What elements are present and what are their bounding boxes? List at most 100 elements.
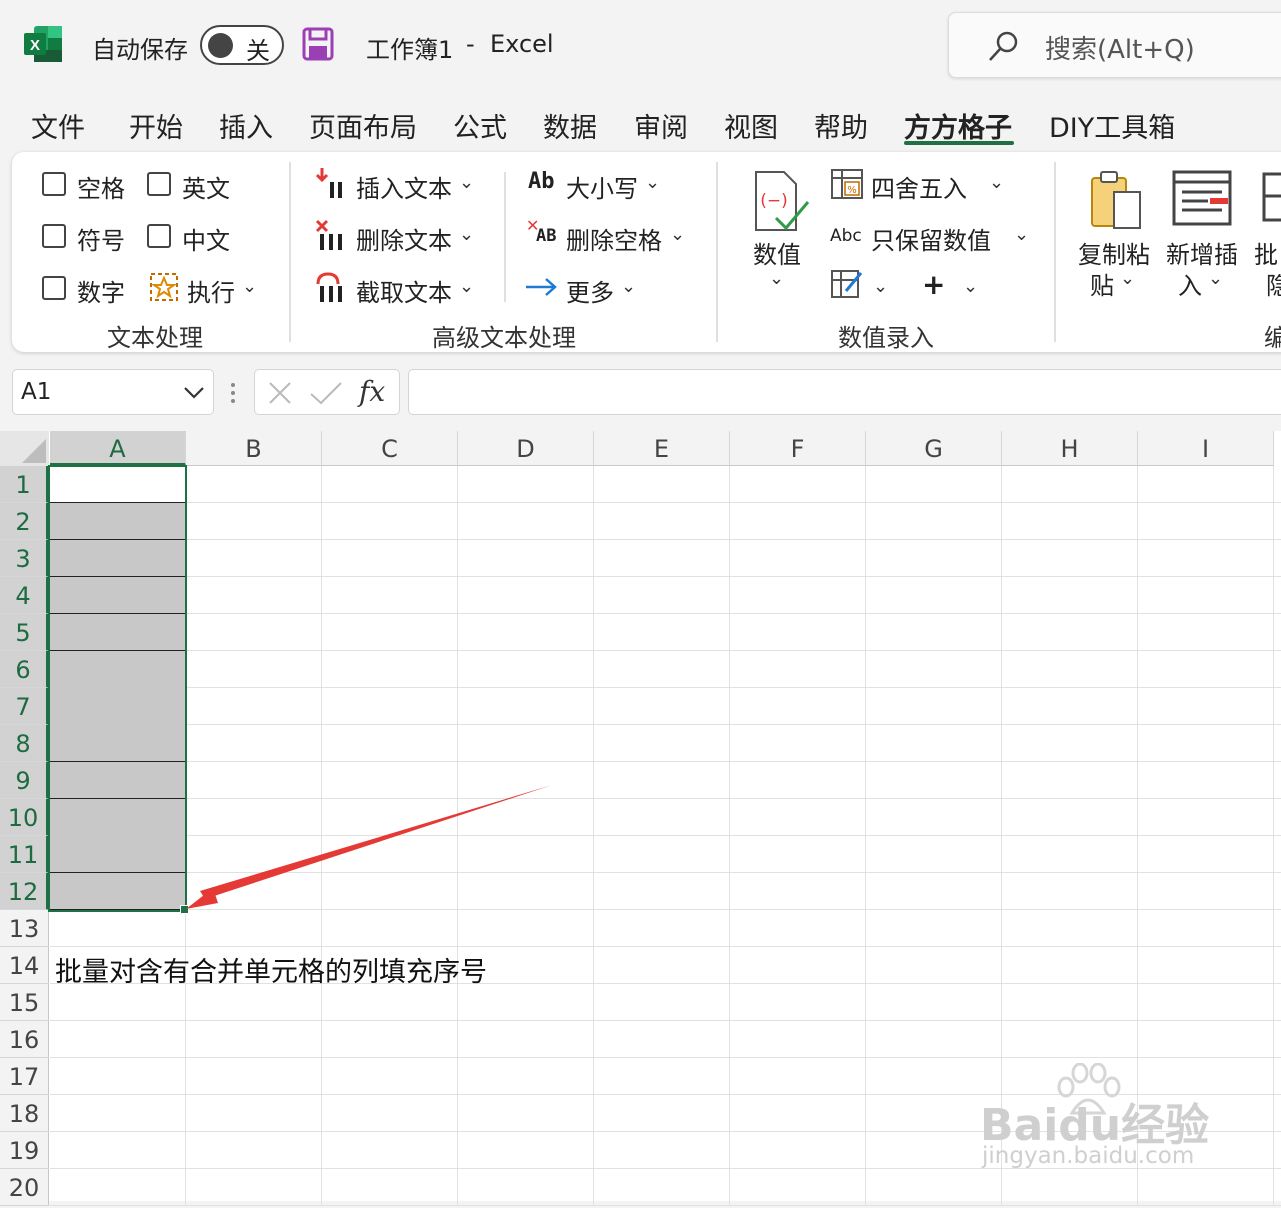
row-header-18[interactable]: 18 [0, 1095, 49, 1132]
row-header-11[interactable]: 11 [0, 836, 49, 873]
more-button[interactable]: 更多 [566, 273, 614, 308]
row-header-3[interactable]: 3 [0, 540, 49, 577]
value-button[interactable]: 数值 [753, 235, 801, 270]
new-insert-button-line2[interactable]: 入 [1178, 266, 1202, 301]
row-header-17[interactable]: 17 [0, 1058, 49, 1095]
execute-icon[interactable] [149, 272, 179, 302]
formula-input[interactable] [408, 369, 1281, 415]
execute-button[interactable]: 执行 [187, 273, 235, 308]
case-chevron-icon[interactable]: ⌄ [645, 172, 660, 193]
formula-bar-grip-icon[interactable] [228, 380, 238, 406]
checkbox-space[interactable] [42, 172, 66, 196]
column-header-b[interactable]: B [186, 431, 322, 466]
insert-function-icon[interactable]: fx [359, 375, 385, 408]
row-header-7[interactable]: 7 [0, 688, 49, 725]
keep-number-button[interactable]: 只保留数值 [871, 221, 991, 256]
column-header-a[interactable]: A [50, 431, 186, 466]
new-insert-button[interactable]: 新增插 [1166, 235, 1238, 270]
checkbox-number[interactable] [42, 276, 66, 300]
more-chevron-icon[interactable]: ⌄ [621, 276, 636, 297]
case-button[interactable]: 大小写 [566, 169, 638, 204]
checkbox-chinese[interactable] [147, 224, 171, 248]
select-all-corner[interactable] [0, 431, 49, 466]
row-header-14[interactable]: 14 [0, 947, 49, 984]
row-header-6[interactable]: 6 [0, 651, 49, 688]
row-header-1[interactable]: 1 [0, 466, 49, 503]
column-header-c[interactable]: C [322, 431, 458, 466]
cancel-icon[interactable] [267, 380, 293, 406]
chevron-down-icon[interactable] [183, 384, 205, 400]
tab-diy-toolbox[interactable]: DIY工具箱 [1049, 106, 1175, 145]
batch-button-line2[interactable]: 隐 [1266, 266, 1281, 301]
new-insert-chevron-icon[interactable]: ⌄ [1208, 268, 1223, 289]
row-header-4[interactable]: 4 [0, 577, 49, 614]
edit-table-icon[interactable] [830, 267, 864, 299]
copy-paste-button[interactable]: 复制粘 [1078, 235, 1150, 270]
tab-review[interactable]: 审阅 [634, 106, 688, 145]
tab-formulas[interactable]: 公式 [453, 106, 507, 145]
save-icon[interactable] [302, 27, 334, 61]
tab-home[interactable]: 开始 [129, 106, 183, 145]
delete-text-chevron-icon[interactable]: ⌄ [459, 224, 474, 245]
delete-text-button[interactable]: 删除文本 [356, 221, 452, 256]
checkbox-symbol[interactable] [42, 224, 66, 248]
insert-text-chevron-icon[interactable]: ⌄ [459, 172, 474, 193]
autosave-toggle[interactable]: 关 [200, 25, 284, 65]
value-chevron-icon[interactable]: ⌄ [769, 268, 784, 289]
search-icon [989, 31, 1018, 61]
round-chevron-icon[interactable]: ⌄ [989, 172, 1004, 193]
keep-number-chevron-icon[interactable]: ⌄ [1014, 224, 1029, 245]
tab-insert[interactable]: 插入 [219, 106, 273, 145]
name-box[interactable]: A1 [12, 369, 214, 415]
row-header-12[interactable]: 12 [0, 873, 49, 910]
row-header-13[interactable]: 13 [0, 910, 49, 947]
batch-icon[interactable] [1262, 172, 1281, 222]
copy-paste-chevron-icon[interactable]: ⌄ [1120, 268, 1135, 289]
column-header-i[interactable]: I [1138, 431, 1274, 466]
delete-space-chevron-icon[interactable]: ⌄ [670, 224, 685, 245]
column-header-e[interactable]: E [594, 431, 730, 466]
row-header-2[interactable]: 2 [0, 503, 49, 540]
checkbox-english[interactable] [147, 172, 171, 196]
enter-check-icon[interactable] [309, 380, 343, 406]
document-title: 工作簿1 [366, 36, 454, 64]
tab-data[interactable]: 数据 [543, 106, 597, 145]
fill-handle[interactable] [180, 905, 189, 914]
row-header-9[interactable]: 9 [0, 762, 49, 799]
column-header-h[interactable]: H [1002, 431, 1138, 466]
column-header-g[interactable]: G [866, 431, 1002, 466]
value-icon[interactable]: (−) [750, 168, 812, 234]
add-chevron-icon[interactable]: ⌄ [963, 276, 978, 297]
extract-text-chevron-icon[interactable]: ⌄ [459, 276, 474, 297]
row-header-10[interactable]: 10 [0, 799, 49, 836]
execute-dropdown-chevron-icon[interactable]: ⌄ [242, 276, 257, 297]
group-label-number-entry: 数值录入 [838, 324, 934, 352]
row-header-19[interactable]: 19 [0, 1132, 49, 1169]
extract-text-button[interactable]: 截取文本 [356, 273, 452, 308]
insert-text-button[interactable]: 插入文本 [356, 169, 452, 204]
column-header-f[interactable]: F [730, 431, 866, 466]
row-header-5[interactable]: 5 [0, 614, 49, 651]
tab-page-layout[interactable]: 页面布局 [309, 106, 417, 145]
row-header-15[interactable]: 15 [0, 984, 49, 1021]
app-name: Excel [490, 30, 554, 58]
add-icon[interactable]: + [922, 268, 945, 301]
batch-button[interactable]: 批 [1254, 235, 1278, 270]
copy-paste-icon[interactable] [1088, 168, 1144, 234]
column-header-d[interactable]: D [458, 431, 594, 466]
delete-space-button[interactable]: 删除空格 [566, 221, 662, 256]
edit-table-chevron-icon[interactable]: ⌄ [873, 276, 888, 297]
tab-file[interactable]: 文件 [31, 106, 85, 145]
new-insert-icon[interactable] [1172, 170, 1232, 226]
tab-help[interactable]: 帮助 [814, 106, 868, 145]
worksheet-grid[interactable]: ABCDEFGHI 1 2 3 4 5 6 7 8 9 10 11 12 13 14 15 16 17 18 19 2… [0, 431, 1281, 1206]
tab-view[interactable]: 视图 [724, 106, 778, 145]
copy-paste-button-line2[interactable]: 贴 [1090, 266, 1114, 301]
row-header-16[interactable]: 16 [0, 1021, 49, 1058]
row-header-20[interactable]: 20 [0, 1169, 49, 1206]
cell-a14-text[interactable]: 批量对含有合并单元格的列填充序号 [55, 950, 487, 989]
tab-fangfangezi[interactable]: 方方格子 [904, 106, 1012, 145]
search-box[interactable]: 搜索(Alt+Q) [948, 12, 1281, 78]
row-header-8[interactable]: 8 [0, 725, 49, 762]
round-button[interactable]: 四舍五入 [871, 169, 967, 204]
